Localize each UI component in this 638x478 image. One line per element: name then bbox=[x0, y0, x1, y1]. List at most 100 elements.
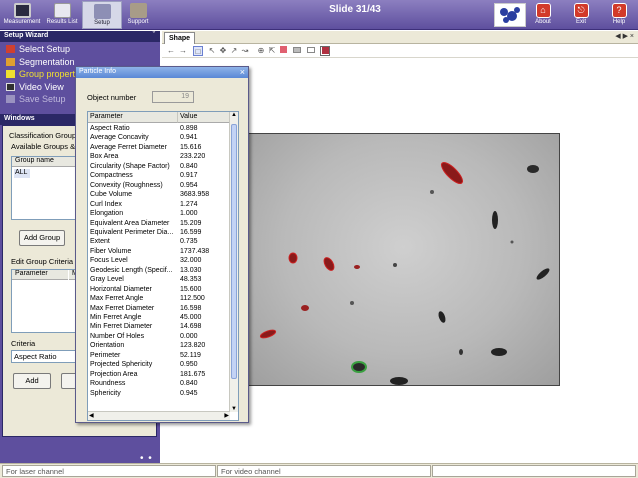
main-toolbar: Measurement Results List Setup Support S… bbox=[0, 0, 638, 30]
table-row[interactable]: Gray Level 48.353 bbox=[88, 275, 230, 284]
pointer-icon[interactable]: ↖ bbox=[207, 46, 217, 56]
support-button[interactable]: Support bbox=[118, 1, 158, 29]
forward-icon[interactable]: → bbox=[178, 46, 188, 56]
table-row[interactable]: Geodesic Length (Specif... 13.030 bbox=[88, 266, 230, 275]
expand-icon[interactable]: ⇱ bbox=[267, 46, 277, 56]
measure-icon[interactable]: ↝ bbox=[240, 46, 250, 56]
parameter-value: 32.000 bbox=[180, 257, 202, 265]
table-row[interactable]: Roundness 0.840 bbox=[88, 379, 230, 388]
parameter-column-header[interactable]: Parameter bbox=[88, 112, 178, 123]
back-icon[interactable]: ← bbox=[166, 46, 176, 56]
table-row[interactable]: Extent 0.735 bbox=[88, 237, 230, 246]
parameter-name: Projection Area bbox=[90, 370, 138, 378]
parameter-name: Max Ferret Diameter bbox=[90, 304, 155, 312]
add-group-button[interactable]: Add Group bbox=[19, 230, 65, 246]
table-row[interactable]: Elongation 1.000 bbox=[88, 209, 230, 218]
parameter-value: 0.840 bbox=[180, 380, 198, 388]
parameter-name: Fiber Volume bbox=[90, 247, 132, 255]
close-icon[interactable]: × bbox=[240, 67, 245, 77]
setup-button[interactable]: Setup bbox=[82, 1, 122, 29]
object-number-field[interactable]: 19 bbox=[152, 91, 194, 103]
table-row[interactable]: Number Of Holes 0.000 bbox=[88, 332, 230, 341]
parameter-value: 233.220 bbox=[180, 153, 206, 161]
parameter-value: 52.119 bbox=[180, 351, 201, 359]
measurement-button[interactable]: Measurement bbox=[2, 1, 42, 29]
parameter-name: Compactness bbox=[90, 172, 133, 180]
setup-icon bbox=[93, 4, 111, 19]
table-row[interactable]: Min Ferret Diameter 14.698 bbox=[88, 322, 230, 331]
parameter-value: 0.898 bbox=[180, 125, 198, 132]
parameter-name: Circularity (Shape Factor) bbox=[90, 162, 170, 170]
table-row[interactable]: Average Ferret Diameter 15.616 bbox=[88, 143, 230, 152]
group-list-item[interactable]: ALL bbox=[14, 169, 30, 178]
scrollbar-thumb[interactable] bbox=[231, 124, 237, 379]
scroll-down-icon[interactable]: ▼ bbox=[230, 406, 238, 412]
collapse-icon[interactable]: ˇ bbox=[153, 32, 155, 39]
table-row[interactable]: Convexity (Roughness) 0.954 bbox=[88, 181, 230, 190]
horizontal-scrollbar[interactable]: ◀ ▶ bbox=[88, 411, 230, 420]
select-icon[interactable]: □ bbox=[193, 46, 203, 56]
parameter-value: 1.274 bbox=[180, 200, 198, 208]
table-row[interactable]: Average Concavity 0.941 bbox=[88, 133, 230, 142]
parameter-value: 3683.958 bbox=[180, 191, 210, 199]
table-row[interactable]: Cube Volume 3683.958 bbox=[88, 190, 230, 199]
value-column-header[interactable]: Value bbox=[178, 112, 230, 123]
about-button[interactable]: ⌂ About bbox=[530, 1, 556, 29]
select-setup-icon bbox=[6, 45, 15, 53]
parameter-name: Focus Level bbox=[90, 257, 128, 265]
table-row[interactable]: Circularity (Shape Factor) 0.840 bbox=[88, 162, 230, 171]
setup-button-label: Setup bbox=[94, 20, 110, 26]
scroll-up-icon[interactable]: ▲ bbox=[230, 112, 238, 118]
table-row[interactable]: Focus Level 32.000 bbox=[88, 256, 230, 265]
results-list-button[interactable]: Results List bbox=[42, 1, 82, 29]
exit-button[interactable]: ⎋ Exit bbox=[568, 1, 594, 29]
zoom-icon[interactable]: ↗ bbox=[229, 46, 239, 56]
table-row[interactable]: Projection Area 181.675 bbox=[88, 370, 230, 379]
move-icon[interactable]: ✥ bbox=[218, 46, 228, 56]
add-button[interactable]: Add bbox=[13, 373, 51, 389]
tab-shape[interactable]: Shape bbox=[164, 32, 196, 44]
scroll-left-icon[interactable]: ◀ bbox=[89, 412, 94, 419]
table-row[interactable]: Box Area 233.220 bbox=[88, 152, 230, 161]
table-row[interactable]: Min Ferret Angle 45.000 bbox=[88, 313, 230, 322]
slide-title: Slide 31/43 bbox=[329, 4, 381, 15]
particle-image[interactable] bbox=[246, 133, 560, 386]
wizard-item-select-setup[interactable]: Select Setup bbox=[0, 44, 160, 57]
particle-info-title-bar[interactable]: Particle Info × bbox=[76, 67, 248, 78]
window-icon[interactable] bbox=[306, 46, 316, 56]
table-row[interactable]: Perimeter 52.119 bbox=[88, 351, 230, 360]
help-button[interactable]: ? Help bbox=[606, 1, 632, 29]
support-icon bbox=[129, 3, 147, 18]
table-row[interactable]: Equivalent Area Diameter 15.209 bbox=[88, 219, 230, 228]
wizard-item-label: Video View bbox=[19, 81, 64, 92]
crosshair-icon[interactable]: ⊕ bbox=[256, 46, 266, 56]
color-icon[interactable] bbox=[320, 46, 330, 56]
parameter-name: Curl Index bbox=[90, 200, 122, 208]
parameter-name: Aspect Ratio bbox=[90, 125, 130, 132]
parameter-name: Average Concavity bbox=[90, 134, 149, 142]
red-square-icon[interactable] bbox=[278, 46, 288, 56]
parameter-name: Sphericity bbox=[90, 389, 121, 397]
parameter-value: 0.000 bbox=[180, 332, 198, 340]
table-row[interactable]: Max Ferret Diameter 16.598 bbox=[88, 304, 230, 313]
parameter-value: 1737.438 bbox=[180, 247, 210, 255]
tab-scroll-controls[interactable]: ◀ ▶ × bbox=[615, 32, 634, 40]
table-row[interactable]: Aspect Ratio 0.898 bbox=[88, 124, 230, 133]
vertical-scrollbar[interactable]: ▲ ▼ bbox=[229, 112, 238, 412]
image-icon[interactable] bbox=[292, 46, 302, 56]
table-row[interactable]: Orientation 123.820 bbox=[88, 341, 230, 350]
parameter-name: Equivalent Area Diameter bbox=[90, 219, 170, 227]
table-row[interactable]: Horizontal Diameter 15.600 bbox=[88, 285, 230, 294]
table-row[interactable]: Max Ferret Angle 112.500 bbox=[88, 294, 230, 303]
table-row[interactable]: Projected Sphericity 0.950 bbox=[88, 360, 230, 369]
parameter-table[interactable]: Parameter Value Aspect Ratio 0.898 Average… bbox=[87, 111, 239, 421]
table-row[interactable]: Equivalent Perimeter Dia... 16.599 bbox=[88, 228, 230, 237]
table-row[interactable]: Compactness 0.917 bbox=[88, 171, 230, 180]
table-row[interactable]: Sphericity 0.945 bbox=[88, 389, 230, 398]
scroll-right-icon[interactable]: ▶ bbox=[224, 412, 229, 419]
table-row[interactable]: Fiber Volume 1737.438 bbox=[88, 247, 230, 256]
parameter-value: 15.600 bbox=[180, 285, 202, 293]
table-row[interactable]: Curl Index 1.274 bbox=[88, 200, 230, 209]
setup-wizard-header[interactable]: Setup Wizard ˇ bbox=[0, 31, 160, 42]
parameter-value: 123.820 bbox=[180, 342, 206, 350]
